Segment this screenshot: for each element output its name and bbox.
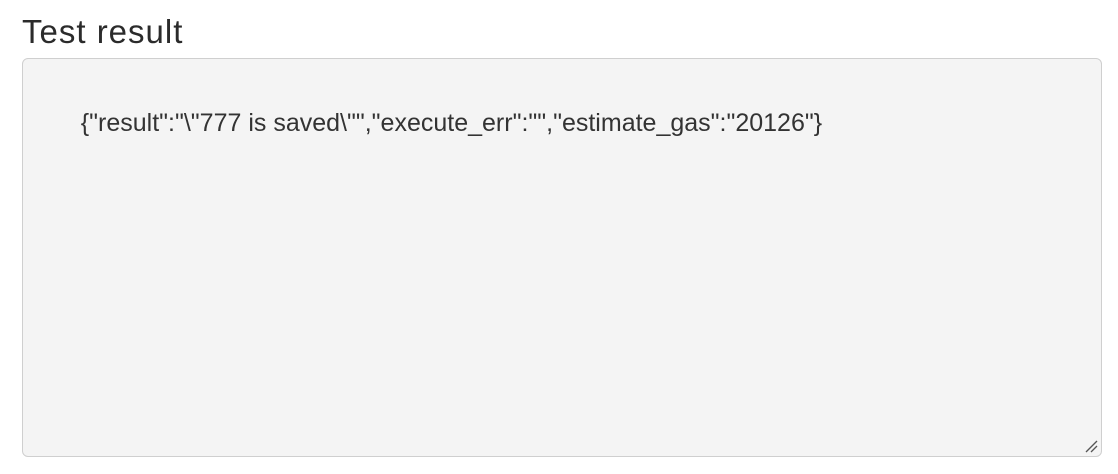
section-title: Test result [22,13,184,50]
result-textarea[interactable]: {"result":"\"777 is saved\"","execute_er… [22,58,1102,457]
resize-grip-icon[interactable] [1084,439,1098,453]
result-text: {"result":"\"777 is saved\"","execute_er… [80,109,823,137]
test-result-panel: Test result {"result":"\"777 is saved\""… [0,0,1118,474]
